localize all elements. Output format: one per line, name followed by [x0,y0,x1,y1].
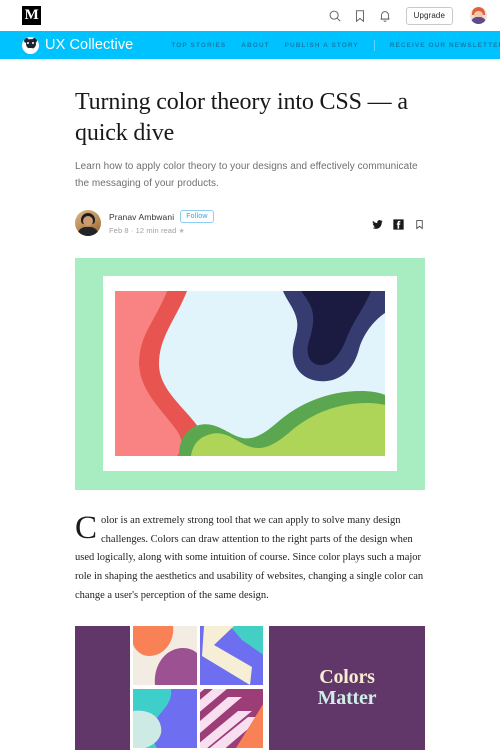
paragraph-dropcap: C [75,509,98,546]
upgrade-button[interactable]: Upgrade [405,6,453,25]
facebook-share-icon[interactable] [393,217,404,230]
publication-brand[interactable]: UX Collective [22,36,134,54]
bookmark-icon[interactable] [353,9,367,23]
share-actions [372,217,425,230]
colors-matter-illustration: Colors Matter [75,625,425,750]
article-body: Turning color theory into CSS — a quick … [0,87,500,750]
publication-title: UX Collective [45,37,134,53]
headline-line-2: Matter [317,686,377,709]
tile-stripes [199,689,263,750]
twitter-share-icon[interactable] [372,217,383,230]
tile-cream-arrow [199,625,263,687]
article-paragraph: olor is an extremely strong tool that we… [75,514,424,601]
headline-line-1: Colors [319,665,375,688]
nav-link-receive-our-newsletter[interactable]: RECEIVE OUR NEWSLETTER [390,42,500,49]
author-avatar[interactable] [75,209,101,236]
tile-teal-blob [133,689,197,750]
hero-canvas [115,290,385,456]
colors-left-panel [75,625,130,750]
nav-link-top-stories[interactable]: TOP STORIES [171,42,226,49]
nav-divider [373,39,375,51]
nav-link-about[interactable]: ABOUT [241,42,269,49]
byline-author-row: Pranav Ambwani Follow [109,210,372,223]
follow-button[interactable]: Follow [180,210,214,223]
bookmark-icon[interactable] [414,217,425,230]
bell-icon[interactable] [378,9,392,23]
publication-nav-links: TOP STORIES ABOUT PUBLISH A STORY RECEIV… [171,39,500,51]
publication-nav: UX Collective TOP STORIES ABOUT PUBLISH … [0,31,500,59]
medium-logo[interactable]: M [22,6,41,25]
hero-illustration [75,257,425,490]
user-avatar[interactable] [470,7,487,24]
article-title: Turning color theory into CSS — a quick … [75,89,408,146]
article-paragraph-block: C olor is an extremely strong tool that … [75,509,425,606]
tile-orange-plum [133,625,197,687]
medium-article-page: M Upgrade UX Collective TOP STORIES ABOU… [0,0,500,750]
search-icon[interactable] [328,9,342,23]
site-topbar: M Upgrade [0,0,500,31]
topbar-actions: Upgrade [328,6,487,25]
member-star-icon: ★ [178,228,185,236]
author-name[interactable]: Pranav Ambwani [109,212,174,222]
nav-link-publish-a-story[interactable]: PUBLISH A STORY [285,42,359,49]
publish-date-read-time: Feb 8 · 12 min read [109,226,177,236]
colors-matter-headline-panel: Colors Matter [269,625,425,750]
article-subtitle: Learn how to apply color theory to your … [75,161,418,189]
colors-tile-grid [130,625,266,750]
publication-logo-icon [22,36,39,54]
article-byline: Pranav Ambwani Follow Feb 8 · 12 min rea… [75,209,425,236]
byline-meta: Feb 8 · 12 min read ★ [109,226,372,235]
byline-text: Pranav Ambwani Follow Feb 8 · 12 min rea… [109,210,372,235]
